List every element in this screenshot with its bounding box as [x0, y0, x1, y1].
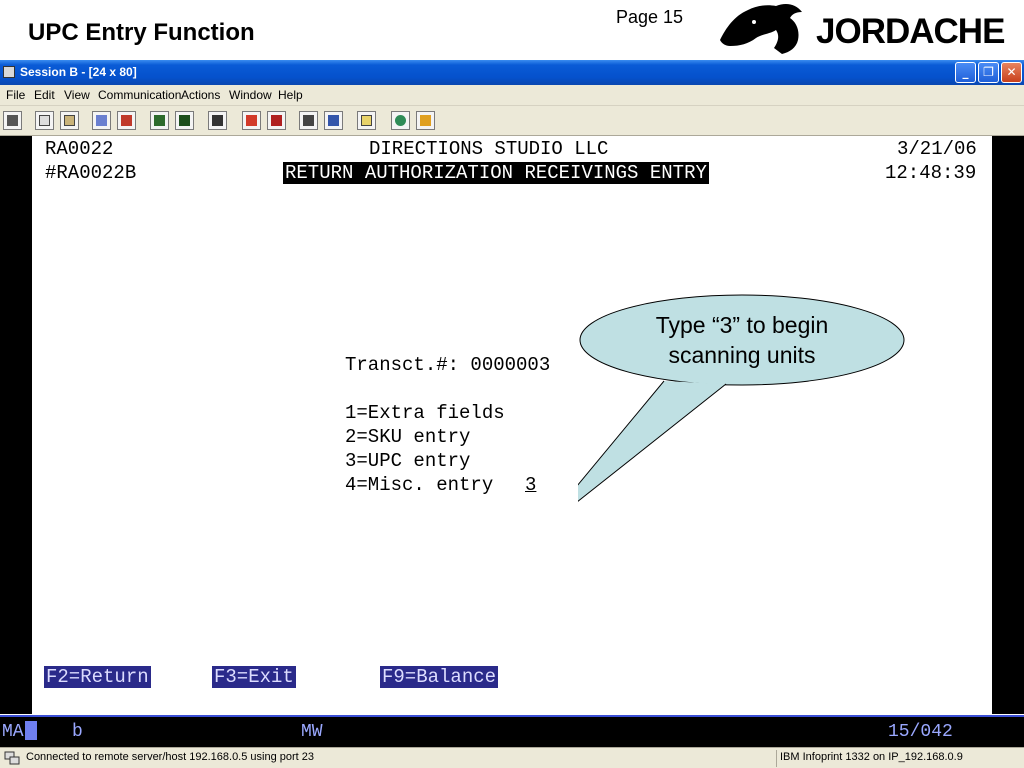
menu-help[interactable]: Help — [278, 88, 303, 102]
status-bar: Connected to remote server/host 192.168.… — [0, 747, 1024, 768]
keypad-icon[interactable] — [175, 111, 194, 130]
send-file-icon[interactable] — [92, 111, 111, 130]
terminal-window: Session B - [24 x 80] _ ❐ ✕ File Edit Vi… — [0, 60, 1024, 768]
f3-exit-key[interactable]: F3=Exit — [212, 666, 296, 688]
stop-macro-icon[interactable] — [267, 111, 286, 130]
oia-mode: MA — [2, 722, 24, 742]
menu-view[interactable]: View — [64, 88, 90, 102]
option-misc-entry: 4=Misc. entry — [345, 474, 494, 496]
receive-file-icon[interactable] — [117, 111, 136, 130]
slide-title: UPC Entry Function — [28, 19, 255, 46]
transaction-number: Transct.#: 0000003 — [345, 354, 551, 376]
menu-actions[interactable]: Actions — [181, 88, 220, 102]
play-macro-icon[interactable] — [299, 111, 318, 130]
menu-window[interactable]: Window — [229, 88, 272, 102]
option-extra-fields: 1=Extra fields — [345, 402, 505, 424]
printer-status: IBM Infoprint 1332 on IP_192.168.0.9 — [780, 751, 963, 763]
menu-communication[interactable]: Communication — [98, 88, 181, 102]
oia-cursor-marker — [25, 721, 37, 740]
copy-icon[interactable] — [35, 111, 54, 130]
window-title: Session B - [24 x 80] — [20, 65, 137, 79]
print-screen-icon[interactable] — [3, 111, 22, 130]
program-id: RA0022 — [45, 138, 114, 160]
globe-icon[interactable] — [391, 111, 410, 130]
menu-file[interactable]: File — [6, 88, 25, 102]
record-macro-icon[interactable] — [242, 111, 261, 130]
window-titlebar[interactable]: Session B - [24 x 80] _ ❐ ✕ — [0, 60, 1024, 85]
status-divider — [776, 750, 777, 767]
play-macro-2-icon[interactable] — [324, 111, 343, 130]
menu-bar: File Edit View Communication Actions Win… — [0, 85, 1024, 106]
close-button[interactable]: ✕ — [1001, 62, 1022, 83]
f9-balance-key[interactable]: F9=Balance — [380, 666, 499, 688]
screen-id: #RA0022B — [45, 162, 137, 184]
oia-cursor-position: 15/042 — [888, 722, 953, 742]
connection-status: Connected to remote server/host 192.168.… — [26, 751, 315, 763]
screen-time: 12:48:39 — [885, 162, 977, 184]
minimize-button[interactable]: _ — [955, 62, 976, 83]
operator-info-area: MA b MW 15/042 — [0, 715, 1024, 747]
jordache-logo-text: JORDACHE — [816, 12, 1005, 51]
paste-icon[interactable] — [60, 111, 79, 130]
help-icon[interactable] — [416, 111, 435, 130]
oia-message-waiting: MW — [301, 722, 323, 742]
screen-date: 3/21/06 — [897, 138, 977, 160]
oia-indicator: b — [72, 722, 83, 742]
screen-title: RETURN AUTHORIZATION RECEIVINGS ENTRY — [283, 162, 709, 184]
f2-return-key[interactable]: F2=Return — [44, 666, 151, 688]
toolbar — [0, 106, 1024, 136]
clipboard-icon[interactable] — [357, 111, 376, 130]
connection-icon — [4, 751, 20, 765]
option-upc-entry: 3=UPC entry — [345, 450, 471, 472]
display-icon[interactable] — [150, 111, 169, 130]
macro-icon[interactable] — [208, 111, 227, 130]
menu-edit[interactable]: Edit — [34, 88, 55, 102]
session-icon[interactable] — [3, 66, 15, 78]
option-sku-entry: 2=SKU entry — [345, 426, 471, 448]
callout-text: Type “3” to begin scanning units — [612, 310, 872, 370]
callout-line-1: Type “3” to begin — [655, 312, 829, 338]
page-number: Page 15 — [616, 7, 684, 27]
company-name: DIRECTIONS STUDIO LLC — [369, 138, 609, 160]
callout-line-2: scanning units — [668, 342, 816, 368]
restore-button[interactable]: ❐ — [978, 62, 999, 83]
selection-input[interactable]: 3 — [525, 474, 536, 496]
